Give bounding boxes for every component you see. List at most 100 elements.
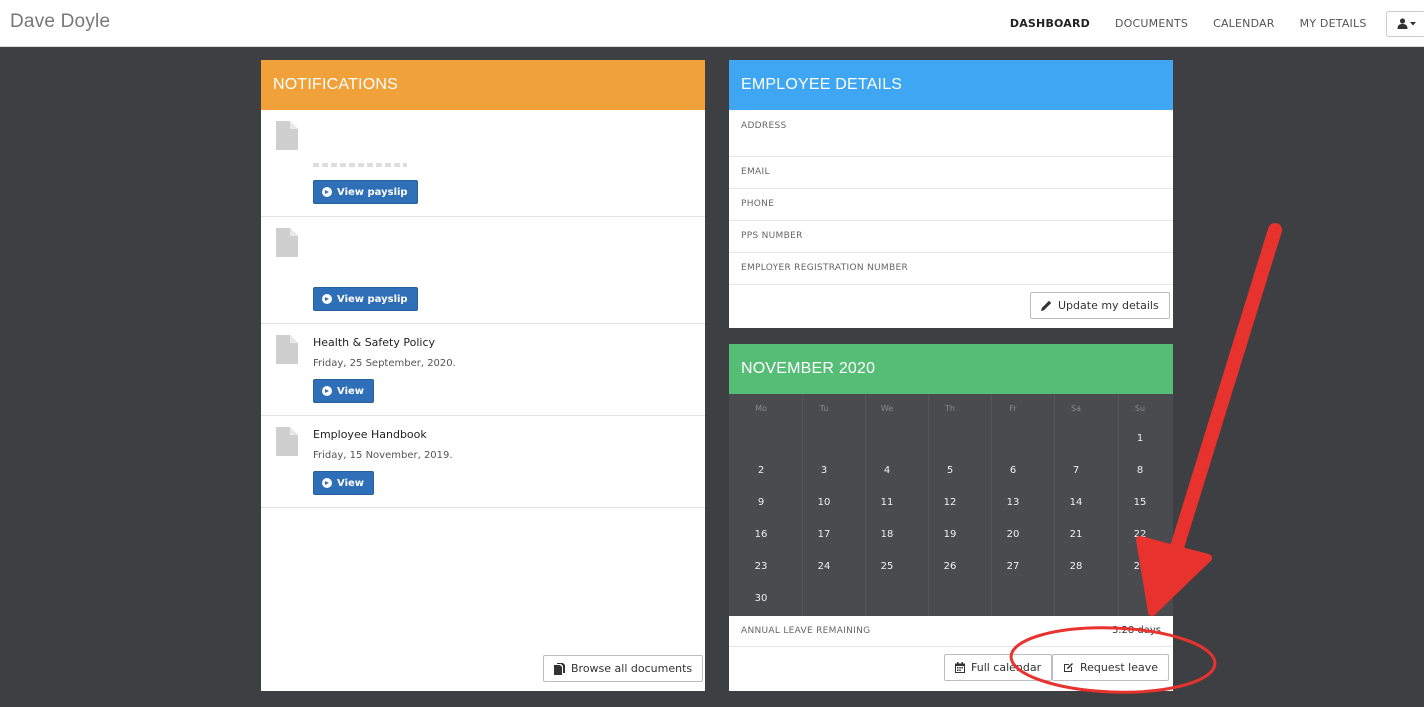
main-nav: DASHBOARD DOCUMENTS CALENDAR MY DETAILS bbox=[997, 0, 1424, 47]
detail-label: ADDRESS bbox=[741, 121, 787, 131]
notification-title: Health & Safety Policy bbox=[313, 336, 436, 349]
document-icon bbox=[276, 121, 298, 150]
view-document-button[interactable]: View bbox=[313, 471, 375, 495]
employee-details-header: EMPLOYEE DETAILS bbox=[729, 60, 1173, 110]
view-payslip-button[interactable]: View payslip bbox=[313, 287, 418, 311]
calendar-header: NOVEMBER 2020 bbox=[729, 344, 1173, 394]
nav-dashboard[interactable]: DASHBOARD bbox=[997, 0, 1102, 47]
calendar-day[interactable]: 6 bbox=[993, 465, 1033, 476]
notification-date: Friday, 25 September, 2020. bbox=[313, 358, 456, 369]
documents-icon bbox=[554, 662, 565, 675]
calendar-day[interactable]: 27 bbox=[993, 561, 1033, 572]
nav-documents[interactable]: DOCUMENTS bbox=[1103, 0, 1201, 47]
weekday-label: Sa bbox=[1071, 404, 1081, 413]
calendar-day[interactable]: 10 bbox=[804, 497, 844, 508]
detail-label: EMPLOYER REGISTRATION NUMBER bbox=[741, 263, 909, 273]
button-label: View bbox=[337, 385, 365, 397]
annual-leave-value: 3.28 days bbox=[1111, 625, 1161, 636]
annual-leave-row: ANNUAL LEAVE REMAINING 3.28 days bbox=[729, 616, 1173, 647]
calendar-day[interactable]: 4 bbox=[867, 465, 907, 476]
calendar-day[interactable]: 23 bbox=[741, 561, 781, 572]
calendar-column-divider bbox=[1118, 394, 1119, 616]
calendar-day[interactable]: 21 bbox=[1056, 529, 1096, 540]
calendar-day[interactable]: 7 bbox=[1056, 465, 1096, 476]
button-label: View payslip bbox=[337, 293, 408, 305]
detail-row-address: ADDRESS bbox=[729, 110, 1173, 157]
annotation-overlay bbox=[1009, 223, 1282, 694]
detail-row-email: EMAIL bbox=[729, 157, 1173, 189]
calendar-day[interactable]: 5 bbox=[930, 465, 970, 476]
calendar-day[interactable]: 19 bbox=[930, 529, 970, 540]
calendar-day[interactable]: 8 bbox=[1120, 465, 1160, 476]
calendar-day[interactable]: 29 bbox=[1120, 561, 1160, 572]
notification-item: View payslip bbox=[261, 110, 705, 217]
arrow-circle-icon bbox=[322, 294, 332, 304]
update-my-details-button[interactable]: Update my details bbox=[1030, 292, 1170, 319]
detail-row-pps-number: PPS NUMBER bbox=[729, 221, 1173, 253]
calendar-day[interactable]: 3 bbox=[804, 465, 844, 476]
calendar-grid: Mo Tu We Th Fr Sa Su 1 2 3 4 5 6 7 8 9 10 11 12 13 14 15 16 17 1… bbox=[729, 394, 1173, 616]
caret-down-icon bbox=[1409, 21, 1416, 25]
document-icon bbox=[276, 335, 298, 364]
top-navbar: Dave Doyle DASHBOARD DOCUMENTS CALENDAR … bbox=[0, 0, 1424, 47]
button-label: Request leave bbox=[1080, 661, 1159, 674]
calendar-day[interactable]: 28 bbox=[1056, 561, 1096, 572]
document-icon bbox=[276, 427, 298, 456]
calendar-icon bbox=[955, 662, 965, 673]
notification-title: Employee Handbook bbox=[313, 428, 427, 441]
user-menu-button[interactable] bbox=[1386, 10, 1424, 37]
calendar-column-divider bbox=[928, 394, 929, 616]
calendar-day[interactable]: 1 bbox=[1120, 433, 1160, 444]
calendar-day[interactable]: 26 bbox=[930, 561, 970, 572]
calendar-day[interactable]: 9 bbox=[741, 497, 781, 508]
calendar-day[interactable]: 14 bbox=[1056, 497, 1096, 508]
calendar-panel: NOVEMBER 2020 Mo Tu We Th Fr Sa Su 1 2 3 4 5 6 7 8 9 10 1… bbox=[729, 344, 1173, 691]
button-label: View payslip bbox=[337, 186, 408, 198]
detail-label: EMAIL bbox=[741, 167, 770, 177]
request-leave-button[interactable]: Request leave bbox=[1052, 654, 1170, 681]
calendar-day[interactable]: 24 bbox=[804, 561, 844, 572]
calendar-day[interactable]: 2 bbox=[741, 465, 781, 476]
annual-leave-label: ANNUAL LEAVE REMAINING bbox=[741, 626, 871, 636]
calendar-day[interactable]: 15 bbox=[1120, 497, 1160, 508]
calendar-day[interactable]: 17 bbox=[804, 529, 844, 540]
weekday-label: Tu bbox=[819, 404, 829, 413]
notifications-header: NOTIFICATIONS bbox=[261, 60, 705, 110]
weekday-label: Th bbox=[945, 404, 955, 413]
brand-name[interactable]: Dave Doyle bbox=[10, 11, 110, 33]
weekday-label: Su bbox=[1134, 404, 1146, 413]
employee-details-panel: EMPLOYEE DETAILS ADDRESS EMAIL PHONE PPS… bbox=[729, 60, 1173, 328]
calendar-day[interactable]: 16 bbox=[741, 529, 781, 540]
calendar-day[interactable]: 11 bbox=[867, 497, 907, 508]
calendar-day[interactable]: 22 bbox=[1120, 529, 1160, 540]
button-label: Full calendar bbox=[971, 661, 1042, 674]
calendar-column-divider bbox=[991, 394, 992, 616]
calendar-column-divider bbox=[1054, 394, 1055, 616]
nav-calendar[interactable]: CALENDAR bbox=[1201, 0, 1288, 47]
calendar-column-divider bbox=[865, 394, 866, 616]
nav-my-details[interactable]: MY DETAILS bbox=[1287, 0, 1379, 47]
notification-item: View payslip bbox=[261, 217, 705, 324]
calendar-day[interactable]: 12 bbox=[930, 497, 970, 508]
arrow-circle-icon bbox=[322, 187, 332, 197]
full-calendar-button[interactable]: Full calendar bbox=[944, 654, 1053, 681]
calendar-day[interactable]: 18 bbox=[867, 529, 907, 540]
browse-all-documents-button[interactable]: Browse all documents bbox=[543, 655, 704, 682]
arrow-circle-icon bbox=[322, 386, 332, 396]
weekday-label: Mo bbox=[755, 404, 767, 413]
user-icon bbox=[1397, 18, 1407, 29]
arrow-circle-icon bbox=[322, 478, 332, 488]
calendar-day[interactable]: 30 bbox=[741, 593, 781, 604]
edit-square-icon bbox=[1064, 663, 1073, 672]
calendar-day[interactable]: 25 bbox=[867, 561, 907, 572]
view-payslip-button[interactable]: View payslip bbox=[313, 180, 418, 204]
calendar-day[interactable]: 13 bbox=[993, 497, 1033, 508]
view-document-button[interactable]: View bbox=[313, 379, 375, 403]
button-label: Browse all documents bbox=[571, 662, 693, 675]
detail-row-phone: PHONE bbox=[729, 189, 1173, 221]
notification-item: Health & Safety Policy Friday, 25 Septem… bbox=[261, 324, 705, 416]
button-label: Update my details bbox=[1058, 299, 1159, 312]
pencil-icon bbox=[1041, 300, 1052, 311]
calendar-day[interactable]: 20 bbox=[993, 529, 1033, 540]
redacted-date bbox=[313, 163, 407, 167]
